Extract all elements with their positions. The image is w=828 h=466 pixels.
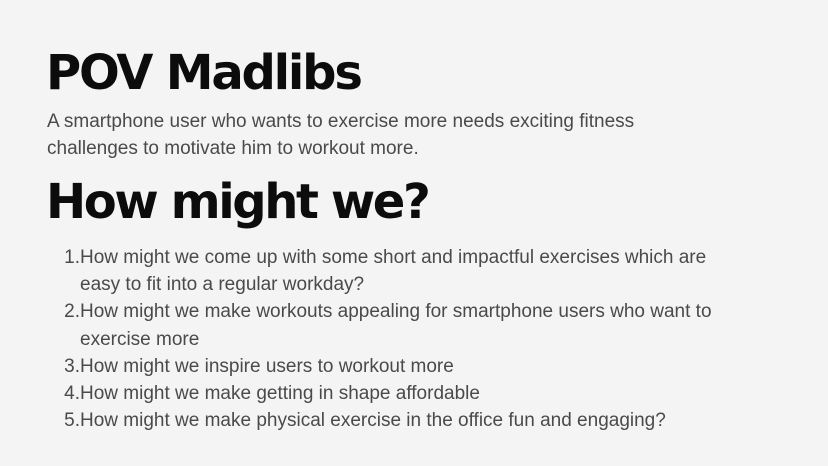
list-item-text: How might we make physical exercise in t… xyxy=(80,410,666,432)
pov-statement: A smartphone user who wants to exercise … xyxy=(47,111,635,159)
section-heading: How might we? xyxy=(46,174,431,230)
list-item-number: 3. xyxy=(64,355,80,377)
hmw-question-list: 1. How might we come up with some short … xyxy=(60,244,730,434)
list-item-text: How might we make workouts appealing for… xyxy=(80,301,712,350)
list-item: 1. How might we come up with some short … xyxy=(60,244,730,298)
list-item: 5. How might we make physical exercise i… xyxy=(60,407,730,434)
list-item-text: How might we inspire users to workout mo… xyxy=(80,355,454,377)
list-item: 2. How might we make workouts appealing … xyxy=(60,298,730,352)
list-item-text: How might we make getting in shape affor… xyxy=(80,383,480,405)
list-item-number: 4. xyxy=(64,383,80,405)
list-item: 3. How might we inspire users to workout… xyxy=(60,353,730,380)
list-item-number: 1. xyxy=(64,247,80,268)
slide: POV Madlibs A smartphone user who wants … xyxy=(0,0,828,466)
list-item: 4. How might we make getting in shape af… xyxy=(60,380,730,407)
list-item-number: 5. xyxy=(64,410,80,432)
list-item-number: 2. xyxy=(64,301,80,323)
list-item-text: How might we come up with some short and… xyxy=(80,247,707,296)
page-title: POV Madlibs xyxy=(46,45,363,101)
